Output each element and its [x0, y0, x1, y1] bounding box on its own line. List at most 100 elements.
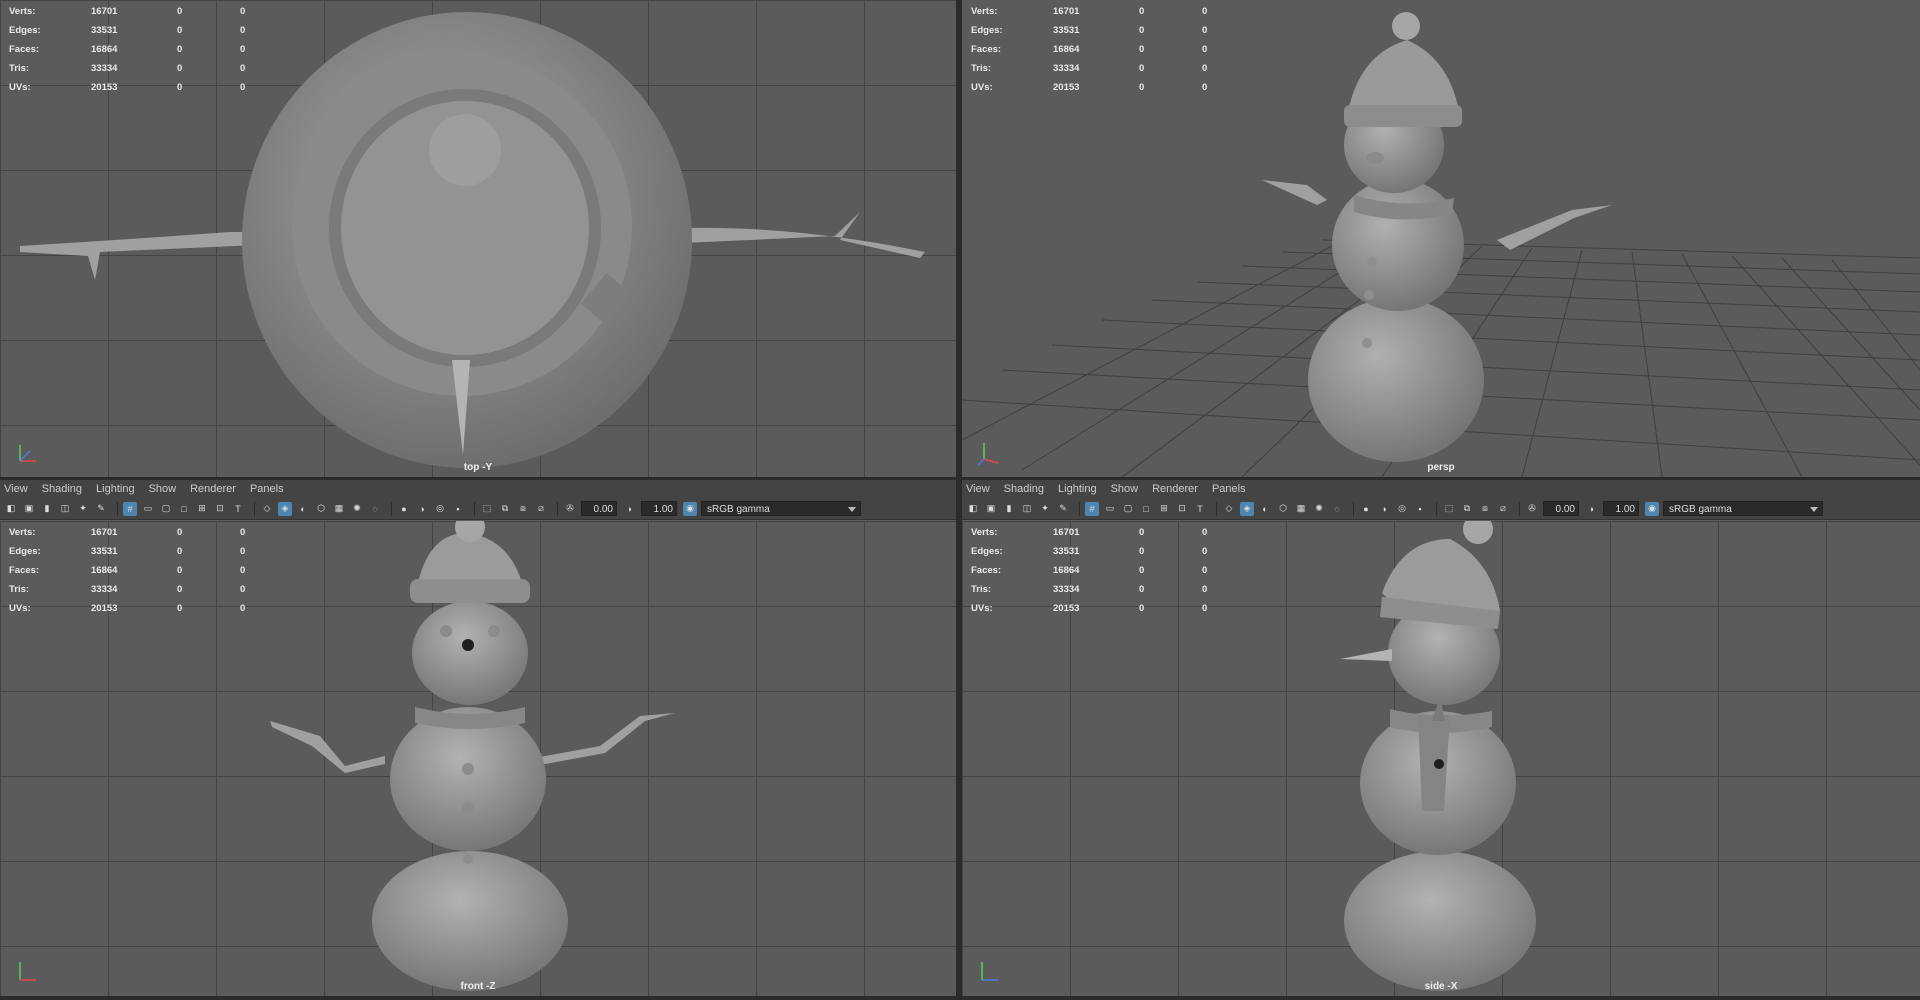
field-chart-icon[interactable]: ⊞ [1157, 502, 1171, 516]
viewport-front[interactable]: Verts: 16701 0 0 Edges: 33531 0 0 Faces: 16864 0… [0, 521, 956, 996]
motion-blur-icon[interactable]: ◑ [1377, 502, 1391, 516]
shadows-icon[interactable]: ◌ [1330, 502, 1344, 516]
camera-label: top -Y [463, 462, 493, 473]
use-all-lights-icon[interactable]: ✺ [350, 502, 364, 516]
2d-pan-zoom-icon[interactable]: ✦ [1038, 502, 1052, 516]
poly-count-hud: Verts: 16701 0 0 Edges: 33531 0 0 Faces: 16864 0… [9, 527, 246, 614]
viewport-pane-side[interactable]: View Shading Lighting Show Renderer Pane… [962, 480, 1920, 996]
gamma-field[interactable]: 1.00 [1603, 501, 1639, 516]
wireframe-icon[interactable]: ◇ [1222, 502, 1236, 516]
menu-shading[interactable]: Shading [1004, 483, 1044, 495]
color-management-icon[interactable]: ◉ [1645, 501, 1659, 516]
xray-icon[interactable]: ⧉ [498, 502, 512, 516]
menu-view[interactable]: View [966, 483, 990, 495]
viewport-persp[interactable]: Verts: 16701 0 0 Edges: 33531 0 0 Faces: 16864 0… [962, 0, 1920, 477]
xray-joints-icon[interactable]: ⧈ [1478, 502, 1492, 516]
poly-count-hud: Verts: 16701 0 0 Edges: 33531 0 0 Faces: 16864 0… [9, 6, 246, 93]
resolution-gate-icon[interactable]: ▢ [159, 502, 173, 516]
axis-gizmo-icon [19, 445, 36, 462]
select-camera-icon[interactable]: ◧ [966, 502, 980, 516]
color-management-icon[interactable]: ◉ [683, 501, 697, 516]
viewport-pane-top[interactable]: Verts: 16701 0 0 Edges: 33531 0 0 Faces: 16864 0… [0, 0, 956, 477]
axis-gizmo-icon [981, 962, 998, 981]
isolate-select-icon[interactable]: ⬚ [1442, 502, 1456, 516]
xray-icon[interactable]: ⧉ [1460, 502, 1474, 516]
select-camera-icon[interactable]: ◧ [4, 502, 18, 516]
panel-menu-bar: View Shading Lighting Show Renderer Pane… [0, 480, 956, 498]
depth-of-field-icon[interactable]: ▪ [1413, 502, 1427, 516]
safe-title-icon[interactable]: T [1193, 502, 1207, 516]
motion-blur-icon[interactable]: ◑ [415, 502, 429, 516]
wireframe-on-shaded-icon[interactable]: ⬡ [314, 502, 328, 516]
field-chart-icon[interactable]: ⊞ [195, 502, 209, 516]
screen-space-ao-icon[interactable]: ● [1359, 502, 1373, 516]
shadows-icon[interactable]: ◌ [368, 502, 382, 516]
menu-renderer[interactable]: Renderer [1152, 483, 1198, 495]
camera-label: front -Z [460, 981, 496, 992]
xray-joints-icon[interactable]: ⧈ [516, 502, 530, 516]
image-plane-icon[interactable]: ◫ [1020, 502, 1034, 516]
wireframe-on-shaded-icon[interactable]: ⬡ [1276, 502, 1290, 516]
camera-attributes-icon[interactable]: ▣ [984, 502, 998, 516]
exposure-field[interactable]: 0.00 [1543, 501, 1579, 516]
gamma-icon: ◗ [1589, 503, 1595, 514]
gate-mask-icon[interactable]: □ [1139, 502, 1153, 516]
grid-toggle-icon[interactable]: # [1085, 501, 1099, 516]
textured-icon[interactable]: ▦ [332, 502, 346, 516]
camera-label: persp [1427, 462, 1455, 473]
grease-pencil-icon[interactable]: ✎ [1056, 502, 1070, 516]
viewport-pane-persp[interactable]: Verts: 16701 0 0 Edges: 33531 0 0 Faces: 16864 0… [962, 0, 1920, 477]
panel-toolbar: ◧ ▣ ▮ ◫ ✦ ✎ # ▭ ▢ □ ⊞ ⊡ T ◇ ◈ ◐ ⬡ ▦ ✺ ◌ … [0, 498, 956, 520]
bookmark-icon[interactable]: ▮ [1002, 502, 1016, 516]
view-transform-select[interactable]: sRGB gamma [1663, 501, 1823, 516]
view-transform-select[interactable]: sRGB gamma [701, 501, 861, 516]
menu-show[interactable]: Show [149, 483, 177, 495]
panel-toolbar: ◧ ▣ ▮ ◫ ✦ ✎ # ▭ ▢ □ ⊞ ⊡ T ◇ ◈ ◐ ⬡ ▦ ✺ ◌ … [962, 498, 1920, 520]
maya-four-view-layout: Verts: 16701 0 0 Edges: 33531 0 0 Faces: 16864 0… [0, 0, 1920, 1000]
axis-gizmo-icon [19, 962, 36, 981]
isolate-select-icon[interactable]: ⬚ [480, 502, 494, 516]
menu-panels[interactable]: Panels [250, 483, 284, 495]
wireframe-icon[interactable]: ◇ [260, 502, 274, 516]
menu-lighting[interactable]: Lighting [96, 483, 135, 495]
use-all-lights-icon[interactable]: ✺ [1312, 502, 1326, 516]
default-material-icon[interactable]: ◐ [296, 502, 310, 516]
xray-active-components-icon[interactable]: ⧄ [534, 502, 548, 516]
viewport-side[interactable]: Verts: 16701 0 0 Edges: 33531 0 0 Faces: 16864 0… [962, 521, 1920, 996]
grease-pencil-icon[interactable]: ✎ [94, 502, 108, 516]
safe-action-icon[interactable]: ⊡ [213, 502, 227, 516]
anti-aliasing-icon[interactable]: ◎ [1395, 502, 1409, 516]
camera-label: side -X [1424, 981, 1458, 992]
2d-pan-zoom-icon[interactable]: ✦ [76, 502, 90, 516]
grid-toggle-icon[interactable]: # [123, 501, 137, 516]
resolution-gate-icon[interactable]: ▢ [1121, 502, 1135, 516]
menu-panels[interactable]: Panels [1212, 483, 1246, 495]
menu-lighting[interactable]: Lighting [1058, 483, 1097, 495]
panel-menu-bar: View Shading Lighting Show Renderer Pane… [962, 480, 1920, 498]
default-material-icon[interactable]: ◐ [1258, 502, 1272, 516]
poly-count-hud: Verts: 16701 0 0 Edges: 33531 0 0 Faces: 16864 0… [971, 6, 1208, 93]
safe-action-icon[interactable]: ⊡ [1175, 502, 1189, 516]
menu-view[interactable]: View [4, 483, 28, 495]
gate-mask-icon[interactable]: □ [177, 502, 191, 516]
image-plane-icon[interactable]: ◫ [58, 502, 72, 516]
camera-attributes-icon[interactable]: ▣ [22, 502, 36, 516]
viewport-pane-front[interactable]: View Shading Lighting Show Renderer Pane… [0, 480, 956, 996]
film-gate-icon[interactable]: ▭ [141, 502, 155, 516]
xray-active-components-icon[interactable]: ⧄ [1496, 502, 1510, 516]
menu-renderer[interactable]: Renderer [190, 483, 236, 495]
smooth-shade-icon[interactable]: ◈ [1240, 501, 1254, 516]
menu-show[interactable]: Show [1111, 483, 1139, 495]
viewport-top[interactable]: Verts: 16701 0 0 Edges: 33531 0 0 Faces: 16864 0… [0, 0, 956, 477]
gamma-field[interactable]: 1.00 [641, 501, 677, 516]
anti-aliasing-icon[interactable]: ◎ [433, 502, 447, 516]
bookmark-icon[interactable]: ▮ [40, 502, 54, 516]
exposure-field[interactable]: 0.00 [581, 501, 617, 516]
menu-shading[interactable]: Shading [42, 483, 82, 495]
smooth-shade-icon[interactable]: ◈ [278, 501, 292, 516]
screen-space-ao-icon[interactable]: ● [397, 502, 411, 516]
depth-of-field-icon[interactable]: ▪ [451, 502, 465, 516]
film-gate-icon[interactable]: ▭ [1103, 502, 1117, 516]
safe-title-icon[interactable]: T [231, 502, 245, 516]
textured-icon[interactable]: ▦ [1294, 502, 1308, 516]
